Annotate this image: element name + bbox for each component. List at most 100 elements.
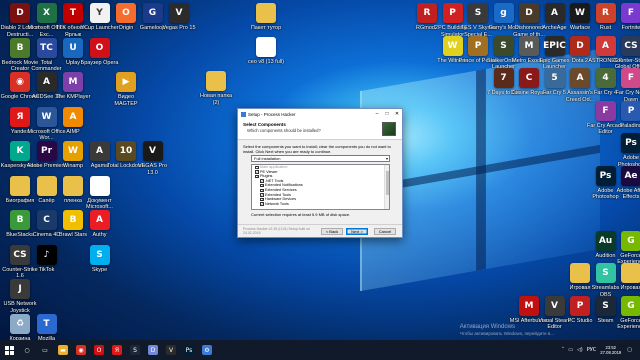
- shortcut-label: TikTok: [38, 266, 55, 273]
- dialog-header: Select Components Which components shoul…: [238, 119, 402, 140]
- skype-icon: S: [89, 244, 110, 265]
- joystick-icon: J: [10, 279, 30, 299]
- desktop-shortcut[interactable]: сео v8 (13 full): [246, 36, 286, 80]
- farcry-arcade-icon: F: [595, 100, 616, 121]
- aimp-icon: A: [63, 106, 83, 127]
- taskbar-app[interactable]: V: [162, 340, 180, 360]
- desktop-shortcut[interactable]: ▶ Видео MAGTEP: [106, 71, 146, 115]
- component-checkbox[interactable]: ✓: [260, 183, 264, 188]
- csgo-icon: CS: [621, 35, 640, 56]
- disk-space-text: Current selection requires at least 5.9 …: [251, 212, 351, 217]
- fortnite-icon: F: [621, 3, 640, 23]
- desktop-shortcut[interactable]: F Far Cry Arcade Editor: [586, 100, 626, 144]
- desktop-shortcut[interactable]: S Skype: [80, 244, 120, 288]
- taskbar-app[interactable]: O: [90, 340, 108, 360]
- clock[interactable]: 23:52 27.08.2019: [600, 345, 621, 356]
- dialog-footer: Process Hacker v2.39 (r124) Setup built …: [238, 224, 402, 237]
- process-hacker-logo-icon: [382, 122, 396, 136]
- shortcut-label: Игровая: [620, 285, 640, 291]
- discord-icon: D: [148, 345, 158, 355]
- component-checkbox[interactable]: ✓: [260, 179, 264, 183]
- maximize-icon[interactable]: □: [382, 109, 392, 119]
- component-checkbox[interactable]: ✓: [255, 174, 259, 179]
- taskbar-app[interactable]: D: [144, 340, 162, 360]
- components-list[interactable]: ✓ Main application ✓ PE Viewer ✓ Plugins ✓ .NET…: [251, 164, 390, 210]
- component-checkbox[interactable]: ✓: [255, 165, 259, 170]
- start-button[interactable]: [0, 340, 18, 360]
- vegas-icon: V: [166, 345, 176, 355]
- desktop-shortcut[interactable]: PsAdobe Photoshop: [586, 165, 626, 209]
- photoshop-icon: Ps: [184, 345, 194, 355]
- component-checkbox[interactable]: ✓: [260, 193, 264, 197]
- search-icon: ○: [22, 345, 32, 355]
- watermark-title: Активация Windows: [459, 324, 516, 330]
- shortcut-label: сео v8 (13 full): [247, 59, 285, 65]
- geforce-icon: G: [621, 295, 640, 316]
- taskbar-app[interactable]: S: [126, 340, 144, 360]
- back-button[interactable]: < Back: [321, 227, 343, 235]
- taskbar-app[interactable]: ◉: [72, 340, 90, 360]
- activation-watermark: Активация Windows Чтобы активировать Win…: [460, 324, 554, 336]
- desktop-shortcut[interactable]: V Vegas Pro 15: [159, 2, 199, 46]
- next-button[interactable]: Next >: [346, 227, 368, 235]
- desktop-shortcut[interactable]: V VEGAS Pro 13.0: [133, 140, 173, 184]
- install-type-select[interactable]: Full installation: [251, 155, 390, 162]
- watermark-subtitle: Чтобы активировать Windows, перейдите в.…: [459, 331, 554, 336]
- system-tray: ˄ ▭ ◁) РУС 23:52 27.08.2019 ▢: [562, 340, 640, 360]
- chrome-icon: ◉: [76, 345, 86, 355]
- shortcut-label: Adobe Photoshop: [592, 187, 619, 201]
- components-scrollbar[interactable]: [384, 165, 389, 209]
- taskbar-app[interactable]: ▭: [36, 340, 54, 360]
- taskbar-app[interactable]: ⚙: [198, 340, 216, 360]
- setup-dialog: Setup - Process Hacker – □ ✕ Select Comp…: [237, 108, 403, 238]
- document-icon: [256, 37, 276, 57]
- dialog-subheading: Which components should be installed?: [247, 128, 321, 133]
- taskbar-app[interactable]: ○: [18, 340, 36, 360]
- taskbar-apps: ○ ▭ ▬ ◉ O Я S D V Ps ⚙: [18, 340, 216, 360]
- desktop-shortcut[interactable]: Новая папка (2): [196, 70, 236, 114]
- component-checkbox[interactable]: ✓: [255, 170, 259, 174]
- component-checkbox[interactable]: ✓: [260, 202, 264, 206]
- dialog-titlebar: Setup - Process Hacker – □ ✕: [238, 109, 402, 119]
- farcry-nd-icon: F: [621, 68, 640, 88]
- component-checkbox[interactable]: ✓: [260, 197, 264, 202]
- chevron-up-icon[interactable]: ˄: [562, 347, 565, 353]
- dialog-description: Select the components you want to instal…: [243, 144, 391, 154]
- language-indicator[interactable]: РУС: [587, 347, 597, 353]
- desktop-shortcut[interactable]: GGeForce Experience: [611, 295, 640, 339]
- shortcut-label: Новая папка (2): [199, 93, 233, 106]
- network-icon[interactable]: ▭: [568, 347, 573, 353]
- notifications-icon[interactable]: ▢: [627, 347, 632, 353]
- photoshop-icon: Ps: [595, 165, 616, 186]
- scrollbar-thumb[interactable]: [386, 171, 389, 195]
- shortcut-label: Видео MAGTEP: [114, 94, 138, 107]
- task-view-icon: ▭: [40, 345, 50, 355]
- authy-icon: A: [89, 210, 110, 230]
- geforce-icon: G: [621, 230, 640, 251]
- setup-icon: ⚙: [202, 345, 212, 355]
- shortcut-label: Skype: [91, 266, 108, 273]
- taskbar-app[interactable]: Ps: [180, 340, 198, 360]
- close-icon[interactable]: ✕: [392, 109, 402, 119]
- shortcut-label: Authy: [92, 232, 107, 238]
- setup-app-icon: [241, 111, 246, 117]
- shortcut-label: The KMPlayer: [55, 94, 91, 100]
- minimize-icon[interactable]: –: [372, 109, 382, 119]
- taskbar-app[interactable]: ▬: [54, 340, 72, 360]
- clock-date: 27.08.2019: [600, 350, 622, 355]
- component-item[interactable]: ✓ Network Tools: [252, 202, 389, 207]
- dialog-title: Setup - Process Hacker: [248, 111, 296, 117]
- taskbar-app[interactable]: Я: [108, 340, 126, 360]
- shortcut-label: Fortnite: [621, 25, 640, 31]
- shortcut-label: Браузер Opera: [80, 59, 119, 66]
- video-icon: ▶: [116, 72, 136, 92]
- component-checkbox[interactable]: ✓: [260, 188, 264, 193]
- windows-logo-icon: [4, 345, 14, 355]
- cancel-button[interactable]: Cancel: [374, 227, 396, 235]
- shortcut-label: Пакет тутор: [250, 25, 282, 31]
- component-label: Network Tools: [265, 201, 289, 206]
- volume-icon[interactable]: ◁): [577, 347, 583, 353]
- file-explorer-icon: ▬: [58, 345, 68, 355]
- thunderbird-icon: T: [36, 313, 57, 334]
- shortcut-label: VEGAS Pro 13.0: [137, 163, 168, 176]
